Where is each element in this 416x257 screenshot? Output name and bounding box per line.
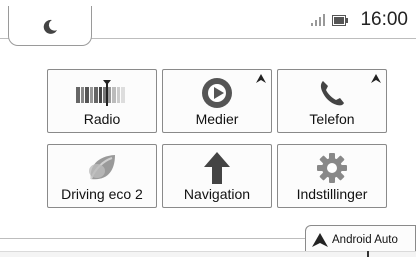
gear-icon-wrap xyxy=(278,151,386,185)
tile-telefon[interactable]: Telefon xyxy=(277,69,387,133)
tile-indstillinger[interactable]: Indstillinger xyxy=(277,144,387,208)
android-auto-badge-icon xyxy=(256,74,266,83)
night-mode-button[interactable] xyxy=(8,6,92,46)
tile-medier[interactable]: Medier xyxy=(162,69,272,133)
tile-label: Navigation xyxy=(183,186,251,202)
home-screen: 16:00 Radio Medier Telefon Driving eco 2… xyxy=(0,0,416,257)
android-auto-label: Android Auto xyxy=(332,233,398,246)
gear-icon xyxy=(317,153,347,183)
navigation-arrow-icon-wrap xyxy=(163,151,271,185)
clock: 16:00 xyxy=(360,9,408,30)
phone-icon-wrap xyxy=(278,76,386,110)
media-play-icon xyxy=(202,78,232,108)
tile-label: Telefon xyxy=(309,111,355,127)
tile-radio[interactable]: Radio xyxy=(47,69,157,133)
bottom-edge xyxy=(0,251,416,257)
radio-tuner-icon-wrap xyxy=(48,76,156,110)
tile-label: Medier xyxy=(195,111,239,127)
tile-label: Driving eco 2 xyxy=(61,186,143,202)
status-area: 16:00 xyxy=(310,6,408,34)
tile-label: Radio xyxy=(83,111,121,127)
tile-label: Indstillinger xyxy=(296,186,368,202)
media-play-icon-wrap xyxy=(163,76,271,110)
radio-tuner-icon xyxy=(76,80,125,106)
tile-navigation[interactable]: Navigation xyxy=(162,144,272,208)
pointer-indicator xyxy=(367,251,369,257)
eco-leaf-icon-wrap xyxy=(48,151,156,185)
navigation-arrow-icon xyxy=(204,152,230,184)
eco-leaf-icon xyxy=(89,155,115,180)
android-auto-badge-icon xyxy=(371,74,381,83)
moon-icon xyxy=(43,19,57,34)
android-auto-icon xyxy=(312,232,328,247)
phone-icon xyxy=(320,81,344,106)
signal-bars-icon xyxy=(311,14,326,26)
bottom-divider xyxy=(0,238,305,239)
android-auto-button[interactable]: Android Auto xyxy=(305,225,416,253)
tile-driving-eco[interactable]: Driving eco 2 xyxy=(47,144,157,208)
battery-icon xyxy=(332,14,349,26)
